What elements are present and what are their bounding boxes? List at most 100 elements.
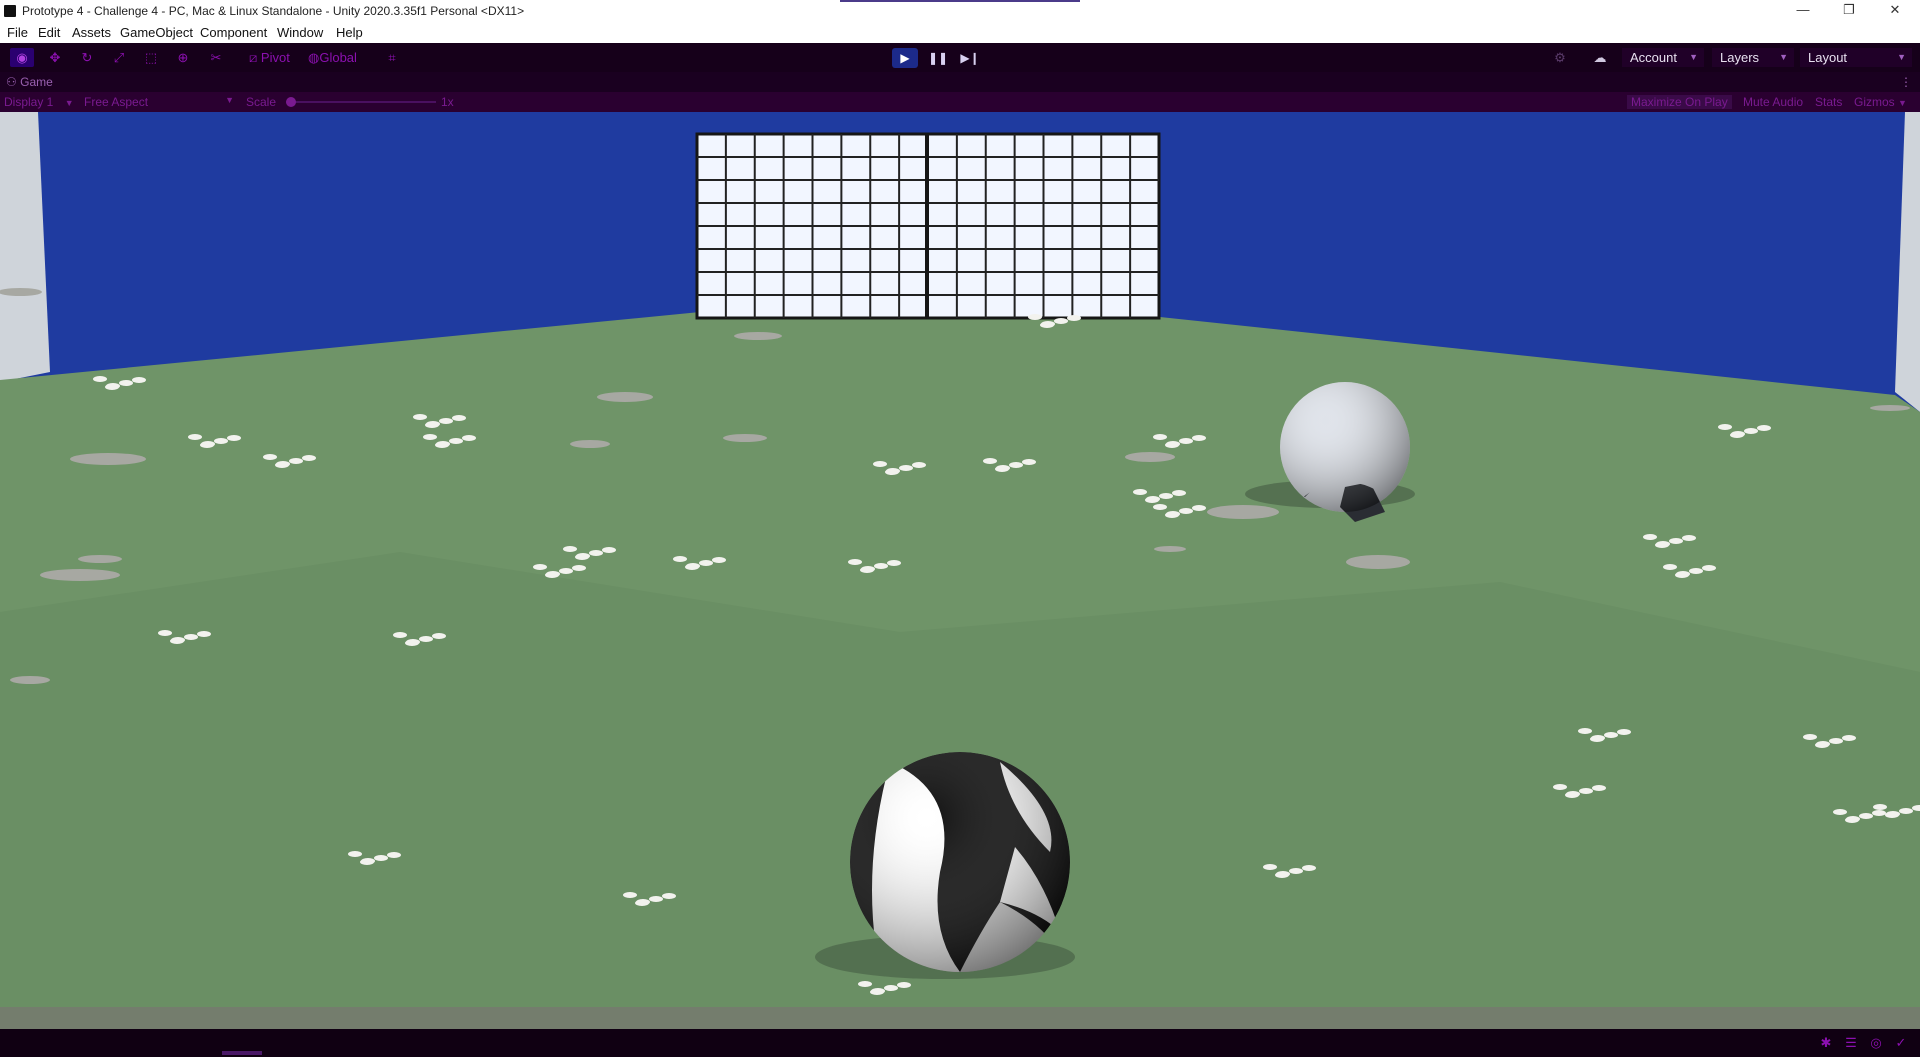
bug-icon[interactable]: ✱ [1818, 1035, 1834, 1051]
menu-assets[interactable]: Assets [72, 25, 111, 40]
layers-icon[interactable]: ☰ [1843, 1035, 1859, 1051]
flower [1829, 738, 1843, 744]
maximize-on-play-button[interactable]: Maximize On Play [1627, 95, 1732, 109]
flower [1845, 817, 1859, 823]
main-toolbar: ◉ ✥ ↻ ⤢ ⬚ ⊕ ✂ ⧄ Pivot ◍Global ⌗ ▶ ❚❚ ▶❙ … [0, 43, 1920, 72]
menu-bar: File Edit Assets GameObject Component Wi… [0, 21, 1920, 44]
move-tool-icon[interactable]: ✥ [43, 48, 67, 67]
chevron-down-icon: ▼ [1779, 52, 1788, 62]
flower [105, 384, 119, 390]
menu-help[interactable]: Help [336, 25, 363, 40]
gamepad-icon: ⚇ [6, 75, 17, 89]
flower [662, 893, 676, 899]
chevron-down-icon: ▼ [1689, 52, 1698, 62]
flower [360, 859, 374, 865]
game-view-toolbar: Display 1 ▼ Free Aspect ▼ Scale 1x Maximi… [0, 92, 1920, 112]
gizmos-dropdown[interactable]: Gizmos ▼ [1854, 95, 1907, 109]
account-label: Account [1630, 50, 1677, 65]
menu-file[interactable]: File [7, 25, 28, 40]
cloud-icon[interactable]: ☁ [1588, 48, 1612, 67]
flower [1617, 729, 1631, 735]
flower [419, 636, 433, 642]
rotate-tool-icon[interactable]: ↻ [75, 48, 99, 67]
scale-tool-icon[interactable]: ⤢ [107, 48, 131, 67]
play-button[interactable]: ▶ [892, 48, 918, 68]
flower [1757, 425, 1771, 431]
flower [1578, 728, 1592, 734]
game-viewport[interactable] [0, 112, 1920, 1029]
flower [1833, 809, 1847, 815]
flower [275, 462, 289, 468]
layers-label: Layers [1720, 50, 1760, 65]
chevron-down-icon: ▼ [64, 98, 74, 108]
flower [559, 568, 573, 574]
global-toggle[interactable]: ◍Global [308, 48, 357, 67]
scale-slider-knob[interactable] [286, 97, 296, 107]
display-dropdown[interactable]: Display 1 ▼ [4, 95, 74, 109]
flower [302, 455, 316, 461]
menu-edit[interactable]: Edit [38, 25, 60, 40]
minimize-button[interactable]: — [1780, 0, 1826, 21]
flower [623, 892, 637, 898]
flower [158, 630, 172, 636]
menu-window[interactable]: Window [277, 25, 323, 40]
layout-dropdown[interactable]: Layout ▼ [1800, 48, 1912, 67]
flower [897, 982, 911, 988]
flower [263, 454, 277, 460]
flower [423, 434, 437, 440]
account-dropdown[interactable]: Account ▼ [1622, 48, 1704, 67]
flower [1028, 314, 1042, 320]
flower [1899, 808, 1913, 814]
flower [1165, 512, 1179, 518]
flower [873, 461, 887, 467]
flower [119, 380, 133, 386]
chevron-down-icon: ▼ [1898, 98, 1907, 108]
grid-snap-icon[interactable]: ⌗ [380, 48, 404, 67]
panel-menu-icon[interactable]: ⋮ [1900, 75, 1912, 89]
tab-game[interactable]: ⚇ Game [6, 75, 53, 89]
flower [572, 565, 586, 571]
flower [1289, 868, 1303, 874]
flower [1730, 432, 1744, 438]
flower [1803, 734, 1817, 740]
flower [200, 442, 214, 448]
flower [995, 466, 1009, 472]
aspect-dropdown[interactable]: Free Aspect ▼ [84, 95, 234, 109]
flower [393, 632, 407, 638]
flower [1009, 462, 1023, 468]
flower [413, 414, 427, 420]
check-circle-icon[interactable]: ✓ [1893, 1035, 1909, 1051]
flower [1675, 572, 1689, 578]
scale-slider[interactable] [286, 97, 436, 107]
scale-label: Scale [246, 95, 277, 109]
flower [1054, 318, 1068, 324]
menu-component[interactable]: Component [200, 25, 267, 40]
mute-audio-button[interactable]: Mute Audio [1743, 95, 1803, 109]
display-label: Display 1 [4, 95, 54, 109]
services-icon[interactable]: ⚙ [1548, 48, 1572, 67]
flower [884, 985, 898, 991]
restore-button[interactable]: ❐ [1826, 0, 1872, 21]
rect-tool-icon[interactable]: ⬚ [139, 48, 163, 67]
close-button[interactable]: ✕ [1872, 0, 1918, 21]
layout-label: Layout [1808, 50, 1848, 65]
menu-gameobject[interactable]: GameObject [120, 25, 193, 40]
view-tool-icon[interactable]: ◉ [10, 48, 34, 67]
transform-tool-icon[interactable]: ⊕ [171, 48, 195, 67]
game-tab-bar: ⚇ Game ⋮ [0, 72, 1920, 92]
flower [874, 563, 888, 569]
pivot-toggle[interactable]: ⧄ Pivot [249, 48, 290, 67]
pause-button[interactable]: ❚❚ [925, 48, 951, 68]
flower [1815, 742, 1829, 748]
flower [1744, 428, 1758, 434]
step-button[interactable]: ▶❙ [957, 48, 983, 68]
status-progress-bar [222, 1051, 262, 1055]
flower [462, 435, 476, 441]
layers-dropdown[interactable]: Layers ▼ [1712, 48, 1794, 67]
flower [870, 989, 884, 995]
flower [1192, 435, 1206, 441]
target-icon[interactable]: ◎ [1868, 1035, 1884, 1051]
custom-tool-icon[interactable]: ✂ [204, 48, 228, 67]
scale-value: 1x [441, 95, 454, 109]
stats-button[interactable]: Stats [1815, 95, 1842, 109]
